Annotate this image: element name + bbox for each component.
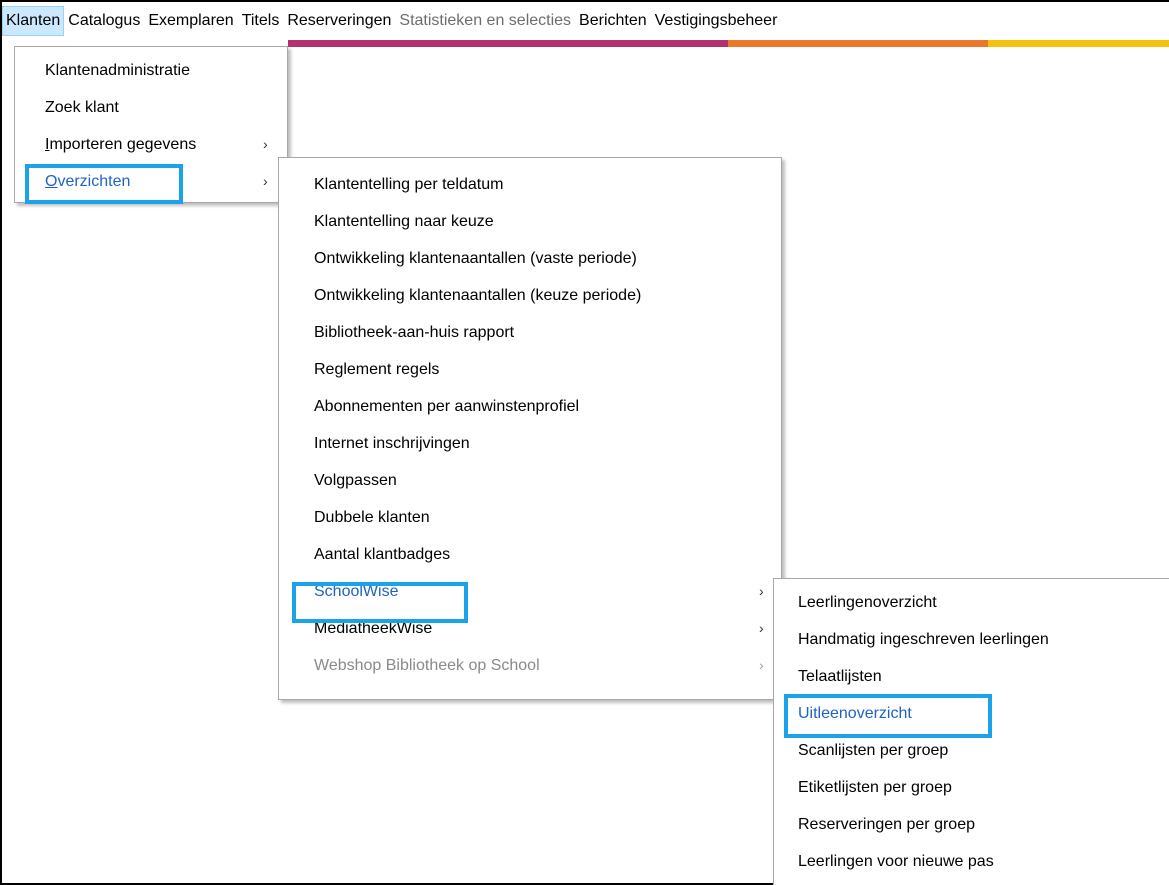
menu-item-scanlijsten-per-groep[interactable]: Scanlijsten per groep (774, 732, 1169, 769)
menu-item-ontwikkeling-keuze-periode[interactable]: Ontwikkeling klantenaantallen (keuze per… (279, 277, 781, 314)
menu-item-label: Aantal klantbadges (314, 546, 451, 563)
menu-item-dubbele-klanten[interactable]: Dubbele klanten (279, 499, 781, 536)
menu-item-label: Uitleenoverzicht (798, 705, 912, 722)
menu-item-uitleenoverzicht[interactable]: Uitleenoverzicht (774, 695, 1169, 732)
menu-item-label: Telaatlijsten (798, 668, 882, 685)
menu-item-volgpassen[interactable]: Volgpassen (279, 462, 781, 499)
menu-item-reglement-regels[interactable]: Reglement regels (279, 351, 781, 388)
menu-item-schoolwise[interactable]: SchoolWise › (279, 573, 781, 610)
chevron-right-icon: › (263, 136, 268, 152)
menu-item-etiketlijsten-per-groep[interactable]: Etiketlijsten per groep (774, 769, 1169, 806)
menu-item-webshop-bibliotheek: Webshop Bibliotheek op School › (279, 647, 781, 684)
chevron-right-icon: › (759, 620, 764, 636)
menu-item-abonnementen[interactable]: Abonnementen per aanwinstenprofiel (279, 388, 781, 425)
menubar-reserveringen[interactable]: Reserveringen (283, 6, 395, 36)
menu-item-label: Overzichten (45, 173, 131, 190)
menu-item-label: Internet inschrijvingen (314, 435, 470, 452)
menu-item-label: Ontwikkeling klantenaantallen (vaste per… (314, 250, 637, 267)
menu-item-label: Klantentelling per teldatum (314, 176, 504, 193)
menu-item-leerlingen-nieuwe-pas[interactable]: Leerlingen voor nieuwe pas (774, 843, 1169, 880)
menu-overzichten: Klantentelling per teldatum Klantentelli… (278, 157, 782, 700)
menu-item-handmatig-ingeschreven[interactable]: Handmatig ingeschreven leerlingen (774, 621, 1169, 658)
menu-item-klantenadministratie[interactable]: Klantenadministratie (15, 52, 287, 89)
menu-item-label: Leerlingenoverzicht (798, 594, 937, 611)
menu-item-label: Dubbele klanten (314, 509, 430, 526)
menu-item-label: Abonnementen per aanwinstenprofiel (314, 398, 580, 415)
menu-item-klantentelling-naar-keuze[interactable]: Klantentelling naar keuze (279, 203, 781, 240)
menu-item-label: Etiketlijsten per groep (798, 779, 952, 796)
menubar-statistieken: Statistieken en selecties (399, 12, 572, 29)
menu-item-label: Zoek klant (45, 99, 119, 116)
menu-item-label: MediatheekWise (314, 620, 433, 637)
menu-item-label: Webshop Bibliotheek op School (314, 657, 540, 674)
brand-bar-orange (728, 40, 988, 47)
menu-item-aantal-klantbadges[interactable]: Aantal klantbadges (279, 536, 781, 573)
menu-item-label: Reglement regels (314, 361, 440, 378)
chevron-right-icon: › (759, 657, 764, 673)
menu-item-overzichten[interactable]: Overzichten › (15, 163, 287, 200)
chevron-right-icon: › (759, 583, 764, 599)
menu-item-label: Bibliotheek-aan-huis rapport (314, 324, 515, 341)
menu-item-importeren-gegevens[interactable]: Importeren gegevens › (15, 126, 287, 163)
menubar-berichten[interactable]: Berichten (575, 6, 651, 36)
menu-item-leerlingenoverzicht[interactable]: Leerlingenoverzicht (774, 584, 1169, 621)
menubar-vestigingsbeheer[interactable]: Vestigingsbeheer (651, 6, 782, 36)
menubar-titels[interactable]: Titels (238, 6, 284, 36)
chevron-right-icon: › (263, 173, 268, 189)
menubar-catalogus[interactable]: Catalogus (64, 6, 144, 36)
menu-item-label: Scanlijsten per groep (798, 742, 949, 759)
brand-bar-purple (288, 40, 728, 47)
brand-bar-yellow (988, 40, 1169, 47)
menu-bar: Klanten Catalogus Exemplaren Titels Rese… (2, 2, 1169, 40)
menu-item-ontwikkeling-vaste-periode[interactable]: Ontwikkeling klantenaantallen (vaste per… (279, 240, 781, 277)
menu-item-label: Klantenadministratie (45, 62, 190, 79)
menubar-exemplaren[interactable]: Exemplaren (144, 6, 237, 36)
menu-item-label: Klantentelling naar keuze (314, 213, 494, 230)
menu-item-label: Reserveringen per groep (798, 816, 975, 833)
menu-item-label: Leerlingen voor nieuwe pas (798, 853, 994, 870)
menu-klanten: Klantenadministratie Zoek klant Importer… (14, 46, 288, 203)
menu-item-klantentelling-per-teldatum[interactable]: Klantentelling per teldatum (279, 166, 781, 203)
menu-item-label: Ontwikkeling klantenaantallen (keuze per… (314, 287, 642, 304)
menu-item-telaatlijsten[interactable]: Telaatlijsten (774, 658, 1169, 695)
menubar-klanten[interactable]: Klanten (2, 6, 65, 36)
menu-item-label: Importeren gegevens (45, 136, 197, 153)
menu-item-internet-inschrijvingen[interactable]: Internet inschrijvingen (279, 425, 781, 462)
menu-item-reserveringen-per-groep[interactable]: Reserveringen per groep (774, 806, 1169, 843)
menu-item-label: SchoolWise (314, 583, 399, 600)
menu-item-label: Handmatig ingeschreven leerlingen (798, 631, 1049, 648)
menu-item-mediatheekwise[interactable]: MediatheekWise › (279, 610, 781, 647)
menu-item-bibliotheek-aan-huis[interactable]: Bibliotheek-aan-huis rapport (279, 314, 781, 351)
menu-schoolwise: Leerlingenoverzicht Handmatig ingeschrev… (773, 578, 1169, 885)
menu-item-label: Volgpassen (314, 472, 397, 489)
menu-item-zoek-klant[interactable]: Zoek klant (15, 89, 287, 126)
